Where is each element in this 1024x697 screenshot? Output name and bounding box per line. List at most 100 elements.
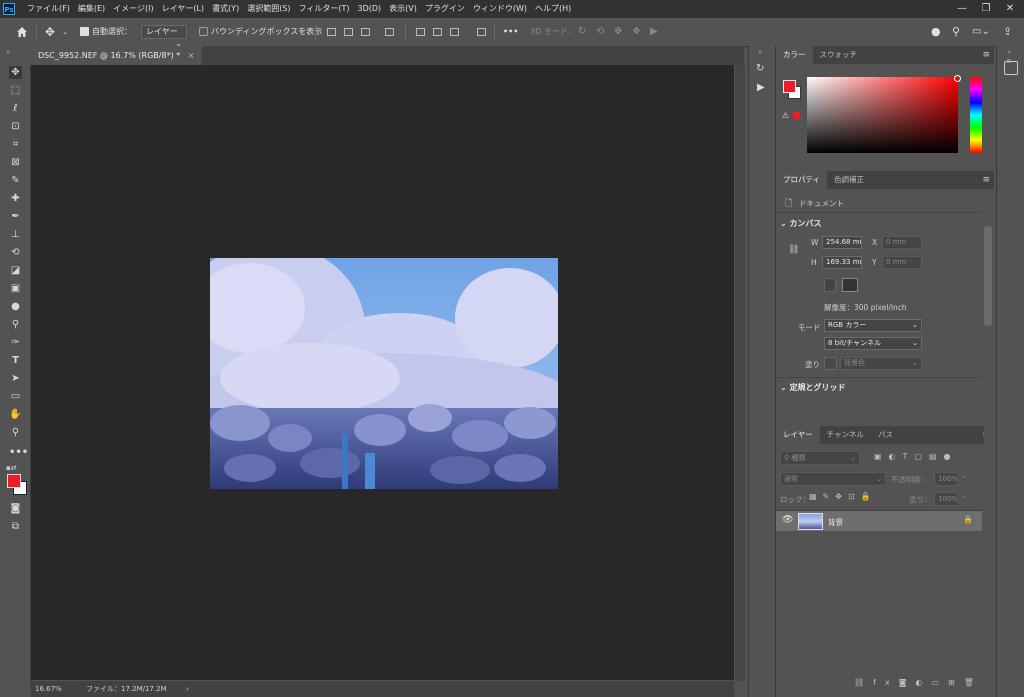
color-fg-swatch[interactable] [783, 80, 796, 93]
account-icon[interactable]: ● [931, 18, 941, 46]
eraser-tool-icon[interactable]: ◪ [9, 264, 22, 277]
menu-image[interactable]: イメージ(I) [113, 0, 153, 18]
menu-help[interactable]: ヘルプ(H) [535, 0, 571, 18]
color-mode-dropdown[interactable]: RGB カラー ⌄ [824, 319, 922, 332]
fill-dropdown[interactable]: 背景色 ⌄ [840, 357, 922, 370]
move-tool-preset-icon[interactable]: ✥ [45, 18, 55, 46]
width-field[interactable]: 254.68 mm [822, 236, 862, 249]
height-field[interactable]: 169.33 mm [822, 256, 862, 269]
align-top-icon[interactable] [385, 28, 394, 36]
more-options-icon[interactable]: ••• [503, 18, 518, 46]
type-tool-icon[interactable]: T [9, 354, 22, 367]
hue-slider[interactable] [970, 77, 982, 153]
layer-filter-icons[interactable]: ▣◐T▢▤● [874, 452, 958, 461]
document-image[interactable] [210, 258, 558, 489]
history-panel-icon[interactable]: ↻ [756, 63, 764, 74]
menu-plugins[interactable]: プラグイン [425, 0, 465, 18]
menu-view[interactable]: 表示(V) [389, 0, 417, 18]
fill-chevron-icon[interactable]: ⌄ [961, 492, 967, 500]
landscape-orientation-icon[interactable] [842, 278, 858, 292]
move-tool-icon[interactable]: ✥ [9, 66, 22, 79]
default-colors-icon[interactable]: ▪⇄ [6, 464, 17, 472]
portrait-orientation-icon[interactable] [824, 278, 836, 292]
gamut-swatch[interactable] [793, 112, 800, 119]
tab-paths[interactable]: パス [871, 426, 900, 444]
visibility-eye-icon[interactable]: 👁 [782, 515, 793, 525]
align-top-edge-icon[interactable] [416, 28, 425, 36]
workspace-icon[interactable]: ▭⌄ [972, 18, 990, 46]
hand-tool-icon[interactable]: ✋ [9, 408, 22, 421]
panel-menu-icon[interactable]: ≡ [982, 171, 990, 189]
align-left-icon[interactable] [327, 28, 336, 36]
edit-toolbar-icon[interactable]: ••• [9, 446, 28, 459]
menu-window[interactable]: ウィンドウ(W) [473, 0, 527, 18]
stamp-tool-icon[interactable]: ⊥ [9, 228, 22, 241]
object-select-tool-icon[interactable]: ⊡ [9, 120, 22, 133]
collapse-toolbar-icon[interactable]: » [6, 48, 10, 56]
canvas-vertical-scrollbar[interactable] [735, 65, 745, 681]
path-select-tool-icon[interactable]: ➤ [9, 372, 22, 385]
tab-channels[interactable]: チャンネル [820, 426, 871, 444]
screen-mode-icon[interactable]: ⧉ [9, 520, 22, 533]
healing-tool-icon[interactable]: ✚ [9, 192, 22, 205]
status-menu-arrow[interactable]: › [186, 681, 189, 697]
close-tab-icon[interactable]: × [188, 51, 195, 60]
collapse-panels-icon[interactable]: » [1007, 48, 1011, 56]
auto-select-target-dropdown[interactable]: レイヤー ⌄ [141, 25, 187, 48]
pen-tool-icon[interactable]: ✑ [9, 336, 22, 349]
align-bottom-icon[interactable] [450, 28, 459, 36]
menu-3d[interactable]: 3D(D) [358, 0, 382, 18]
foreground-color-swatch[interactable] [7, 474, 21, 488]
menu-layer[interactable]: レイヤー(L) [162, 0, 204, 18]
zoom-tool-icon[interactable]: ⚲ [9, 426, 22, 439]
lock-icons[interactable]: ▦✎✥⊡🔒 [809, 492, 877, 501]
quick-mask-icon[interactable]: ◙ [9, 502, 22, 515]
expand-strip-icon[interactable]: « [758, 48, 762, 56]
opacity-chevron-icon[interactable]: ⌄ [961, 472, 967, 480]
share-icon[interactable]: ⇪ [1003, 18, 1012, 46]
tab-layers[interactable]: レイヤー [776, 426, 820, 444]
minimize-button[interactable]: — [950, 0, 974, 18]
auto-select-checkbox[interactable] [80, 27, 89, 36]
panel-menu-icon[interactable]: ≡ [982, 46, 990, 64]
menu-filter[interactable]: フィルター(T) [299, 0, 350, 18]
layer-filter-kind[interactable]: ⚲ 種類 ⌄ [780, 451, 860, 465]
search-icon[interactable]: ⚲ [952, 18, 960, 46]
frame-tool-icon[interactable]: ⊠ [9, 156, 22, 169]
link-icon[interactable]: ⛓ [788, 245, 799, 255]
y-field[interactable]: 0 mm [882, 256, 922, 269]
marquee-tool-icon[interactable]: ⬚ [9, 84, 22, 97]
zoom-level[interactable]: 16.67% [35, 681, 62, 697]
properties-scrollbar-thumb[interactable] [984, 226, 992, 326]
align-right-icon[interactable] [361, 28, 370, 36]
restore-button[interactable]: ❐ [974, 0, 998, 18]
brush-tool-icon[interactable]: ✒ [9, 210, 22, 223]
lasso-tool-icon[interactable]: ℓ [9, 102, 22, 115]
dodge-tool-icon[interactable]: ⚲ [9, 318, 22, 331]
panel-menu-icon[interactable]: ≡ [1006, 57, 1012, 65]
chevron-down-icon[interactable]: ⌄ [62, 18, 68, 46]
color-field[interactable] [807, 77, 958, 153]
layer-name[interactable]: 背景 [828, 517, 843, 528]
layer-row[interactable]: 👁 背景 🔒 [776, 511, 982, 531]
x-field[interactable]: 0 mm [882, 236, 922, 249]
layers-footer-icons[interactable]: ⛓fx◙◐▭⊞🗑 [854, 678, 983, 687]
home-icon[interactable] [16, 26, 28, 38]
actions-panel-icon[interactable]: ▶ [757, 82, 765, 93]
canvas-section-header[interactable]: ⌄ カンバス [780, 218, 822, 229]
guides-section-header[interactable]: ⌄ 定規とグリッド [780, 382, 846, 393]
rectangle-tool-icon[interactable]: ▭ [9, 390, 22, 403]
gradient-tool-icon[interactable]: ▣ [9, 282, 22, 295]
blend-mode-dropdown[interactable]: 通常 ⌄ [780, 472, 886, 486]
distribute-icon[interactable] [477, 28, 486, 36]
tab-swatches[interactable]: スウォッチ [813, 46, 865, 64]
tab-properties[interactable]: プロパティ [776, 171, 828, 189]
document-tab[interactable]: DSC_9952.NEF @ 16.7% (RGB/8*) * × [30, 46, 203, 65]
menu-type[interactable]: 書式(Y) [212, 0, 239, 18]
align-middle-icon[interactable] [433, 28, 442, 36]
menu-select[interactable]: 選択範囲(S) [247, 0, 290, 18]
opacity-field[interactable]: 100% [934, 472, 958, 486]
blur-tool-icon[interactable]: ● [9, 300, 22, 313]
eyedropper-tool-icon[interactable]: ✎ [9, 174, 22, 187]
tab-color[interactable]: カラー [776, 46, 813, 64]
